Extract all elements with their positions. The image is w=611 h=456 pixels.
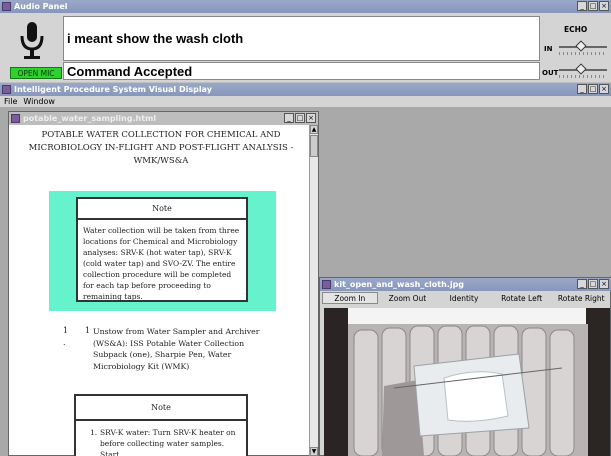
image-titlebar[interactable]: kit_open_and_wash_cloth.jpg _ □ × <box>320 278 611 291</box>
out-label: OUT <box>542 69 559 77</box>
document-title: potable_water_sampling.html <box>23 114 157 123</box>
note-item-number: 1. <box>90 428 98 437</box>
in-label: IN <box>544 45 553 53</box>
main-window-title: Intelligent Procedure System Visual Disp… <box>14 85 212 94</box>
note-text: Water collection will be taken from thre… <box>83 226 240 301</box>
close-button[interactable]: × <box>599 1 609 11</box>
document-window: potable_water_sampling.html _ □ × POTABL… <box>8 111 319 456</box>
maximize-button[interactable]: □ <box>588 84 598 94</box>
zoom-in-button[interactable]: Zoom In <box>322 292 378 304</box>
microphone-icon <box>20 22 44 59</box>
open-mic-button[interactable]: OPEN MIC <box>10 67 62 79</box>
heard-text-field: i meant show the wash cloth <box>63 16 540 61</box>
image-window: kit_open_and_wash_cloth.jpg _ □ × Zoom I… <box>319 277 611 456</box>
scroll-thumb[interactable] <box>310 135 318 157</box>
in-slider[interactable] <box>559 40 607 55</box>
note-box: Note Water collection will be taken from… <box>76 197 248 302</box>
app-icon <box>2 85 11 94</box>
step-text: Unstow from Water Sampler and Archiver (… <box>93 327 260 371</box>
image-icon <box>322 280 331 289</box>
close-button[interactable]: × <box>599 279 609 289</box>
document-titlebar[interactable]: potable_water_sampling.html _ □ × <box>9 112 318 125</box>
echo-label: ECHO <box>564 25 588 34</box>
zoom-out-button[interactable]: Zoom Out <box>379 292 436 304</box>
rotate-left-button[interactable]: Rotate Left <box>492 292 551 304</box>
document-content: POTABLE WATER COLLECTION FOR CHEMICAL AN… <box>9 125 309 456</box>
status-field: Command Accepted <box>63 62 540 80</box>
minimize-button[interactable]: _ <box>577 279 587 289</box>
audio-panel-window: Audio Panel _ □ × OPEN MIC i meant show … <box>0 0 611 82</box>
status-text: Command Accepted <box>67 63 193 79</box>
step-bullet: . <box>63 338 66 347</box>
menu-bar: File Window <box>0 96 611 107</box>
step-sub-number: 1 <box>85 326 91 335</box>
minimize-button[interactable]: _ <box>577 1 587 11</box>
document-heading: POTABLE WATER COLLECTION FOR CHEMICAL AN… <box>28 130 294 166</box>
identity-button[interactable]: Identity <box>437 292 491 304</box>
out-slider[interactable] <box>559 63 607 78</box>
image-title: kit_open_and_wash_cloth.jpg <box>334 280 465 289</box>
document-scrollbar[interactable]: ▲ ▼ <box>309 125 318 456</box>
note-item-text: SRV-K water: Turn SRV-K heater on before… <box>100 428 236 456</box>
maximize-button[interactable]: □ <box>295 113 305 123</box>
mic-area <box>3 16 61 65</box>
maximize-button[interactable]: □ <box>588 1 598 11</box>
image-toolbar: Zoom In Zoom Out Identity Rotate Left Ro… <box>322 292 611 306</box>
document-icon <box>11 114 20 123</box>
minimize-button[interactable]: _ <box>284 113 294 123</box>
note-label-2: Note <box>76 396 246 421</box>
heard-text: i meant show the wash cloth <box>67 31 244 46</box>
menu-file[interactable]: File <box>4 97 17 106</box>
close-button[interactable]: × <box>306 113 316 123</box>
main-window-titlebar[interactable]: Intelligent Procedure System Visual Disp… <box>0 83 611 96</box>
echo-control: ECHO IN OUT <box>542 16 610 80</box>
maximize-button[interactable]: □ <box>588 279 598 289</box>
audio-panel-title: Audio Panel <box>14 2 68 11</box>
step-number: 1 <box>63 326 69 335</box>
note-label: Note <box>78 199 246 220</box>
note-item: 1. SRV-K water: Turn SRV-K heater on bef… <box>76 421 246 456</box>
scroll-up-arrow[interactable]: ▲ <box>310 125 318 134</box>
app-icon <box>2 2 11 11</box>
close-button[interactable]: × <box>599 84 609 94</box>
scroll-down-arrow[interactable]: ▼ <box>310 447 318 456</box>
menu-window[interactable]: Window <box>23 97 55 106</box>
image-viewport[interactable] <box>324 308 610 456</box>
note-box-2: Note 1. SRV-K water: Turn SRV-K heater o… <box>74 394 248 456</box>
minimize-button[interactable]: _ <box>577 84 587 94</box>
wash-cloth-kit-photo <box>324 308 610 456</box>
audio-panel-titlebar[interactable]: Audio Panel _ □ × <box>0 0 611 13</box>
rotate-right-button[interactable]: Rotate Right <box>552 292 611 304</box>
